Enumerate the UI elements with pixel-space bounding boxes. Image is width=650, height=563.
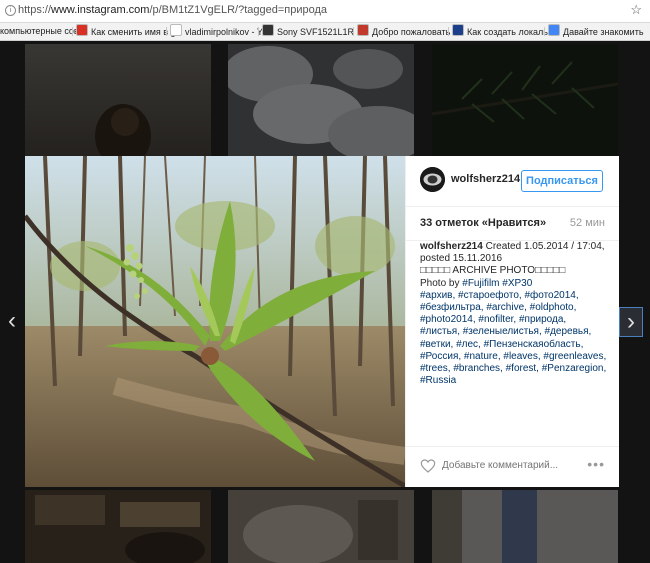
bookmark-separator (166, 27, 167, 36)
bookmark-favicon-icon (262, 24, 274, 36)
more-options-icon[interactable]: ••• (587, 456, 605, 472)
url-path: /p/BM1tZ1VgELR/?tagged=природа (149, 4, 328, 16)
bookmark-item[interactable]: Как создать локальн (452, 24, 553, 38)
bookmark-item[interactable]: Sony SVF1521L1R : K (262, 24, 368, 38)
url-host: www.instagram.com (51, 4, 150, 16)
bookmark-separator (353, 27, 354, 36)
previous-post-arrow[interactable]: ‹ (1, 307, 23, 335)
caption-line-2: posted 15.11.2016 (420, 253, 503, 265)
caption-username[interactable]: wolfsherz214 (420, 241, 483, 252)
bookmarks-bar: компьютерные сове Как сменить имя в g vlad… (0, 22, 650, 40)
info-icon[interactable]: i (5, 5, 16, 16)
bookmark-separator (258, 27, 259, 36)
bookmark-favicon-icon (170, 24, 182, 36)
likes-row: 33 отметок «Нравится» 52 мин (406, 206, 619, 241)
heart-icon[interactable] (420, 458, 436, 474)
avatar[interactable] (420, 167, 445, 192)
comment-input[interactable] (442, 460, 572, 471)
photo-tags[interactable]: #Fujifilm #XP30 (462, 278, 532, 289)
post-sidebar: wolfsherz214 Подписаться 33 отметок «Нра… (405, 156, 619, 487)
bookmark-label: Добро пожаловать н (372, 27, 458, 37)
bookmark-label: Как создать локальн (467, 27, 553, 37)
bookmark-item[interactable]: Давайте знакомить (548, 24, 644, 38)
bookmark-label: vladimirpolnikov - Yo (185, 27, 268, 37)
spring-branch-photo (25, 156, 405, 487)
url-scheme: https:// (18, 4, 52, 16)
bookmark-label: Давайте знакомить (563, 27, 644, 37)
bookmark-favicon-icon (452, 24, 464, 36)
post-modal: wolfsherz214 Подписаться 33 отметок «Нра… (25, 156, 619, 487)
bookmark-favicon-icon (357, 24, 369, 36)
bookmark-item[interactable]: Как сменить имя в g (76, 24, 176, 38)
follow-button[interactable]: Подписаться (521, 170, 603, 192)
post-time[interactable]: 52 мин (570, 217, 605, 229)
bookmark-separator (72, 27, 73, 36)
caption-line-3: □□□□□ ARCHIVE PHOTO□□□□□ (420, 265, 566, 277)
bookmark-separator (448, 27, 449, 36)
bookmark-favicon-icon (76, 24, 88, 36)
bookmark-label: Как сменить имя в g (91, 27, 176, 37)
post-header: wolfsherz214 Подписаться (406, 156, 619, 207)
next-post-arrow[interactable]: › (619, 307, 643, 337)
bookmark-separator (544, 27, 545, 36)
avatar-image (420, 167, 445, 192)
bookmark-item[interactable]: Добро пожаловать н (357, 24, 458, 38)
bookmark-item[interactable]: vladimirpolnikov - Yo (170, 24, 267, 38)
caption-line-1: Created 1.05.2014 / 17:04, (485, 241, 605, 252)
browser-chrome: i https://www.instagram.com/p/BM1tZ1VgEL… (0, 0, 650, 41)
bookmark-favicon-icon (548, 24, 560, 36)
address-bar[interactable]: i https://www.instagram.com/p/BM1tZ1VgEL… (0, 0, 650, 23)
post-caption: wolfsherz214 Created 1.05.2014 / 17:04, … (420, 241, 608, 387)
comment-row: ••• (406, 446, 619, 488)
post-photo[interactable] (25, 156, 405, 487)
bookmark-star-icon[interactable]: ☆ (630, 2, 642, 18)
url-text[interactable]: https://www.instagram.com/p/BM1tZ1VgELR/… (18, 4, 327, 16)
likes-count[interactable]: 33 отметок «Нравится» (420, 217, 546, 229)
caption-line-4: Photo by (420, 277, 460, 289)
hashtags[interactable]: #архив, #староефото, #фото2014, #безфиль… (420, 290, 606, 386)
post-username[interactable]: wolfsherz214 (451, 173, 520, 185)
